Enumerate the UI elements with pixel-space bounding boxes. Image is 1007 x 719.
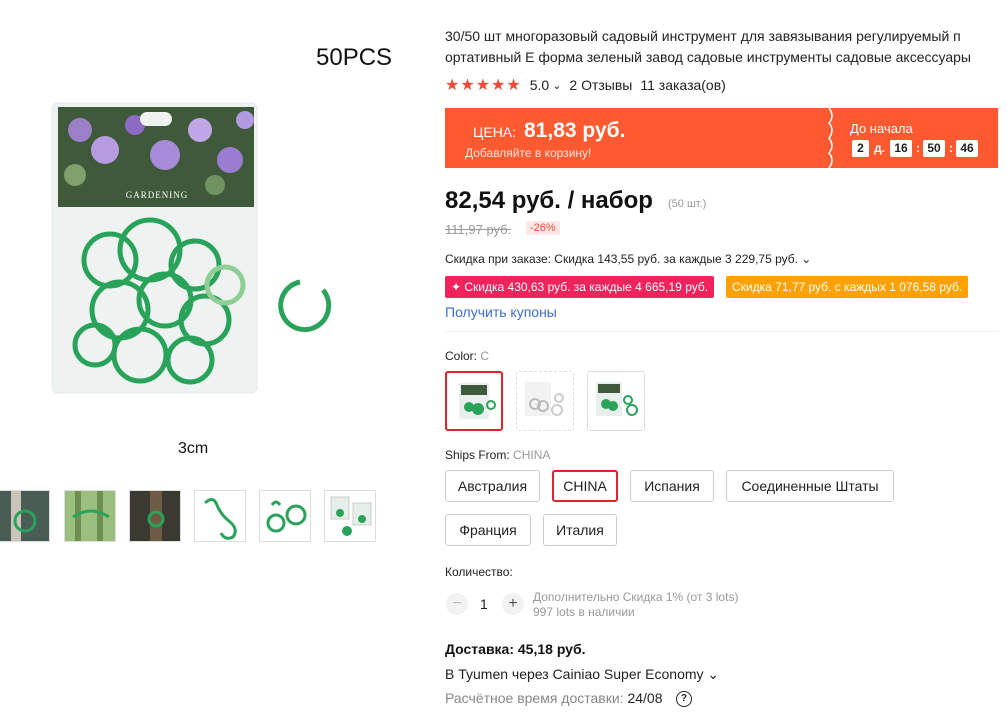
delivery-cost: Доставка: 45,18 руб. bbox=[445, 641, 586, 657]
thumbnail-4[interactable] bbox=[194, 490, 246, 542]
ships-from-option-spain[interactable]: Испания bbox=[630, 470, 714, 502]
ships-from-label: Ships From: CHINA bbox=[445, 448, 550, 462]
timer-colon: : bbox=[949, 141, 953, 155]
star-icon: ★ bbox=[506, 77, 521, 94]
color-swatch-a[interactable] bbox=[587, 371, 645, 431]
ships-from-option-australia[interactable]: Австралия bbox=[445, 470, 540, 502]
delivery-eta-value: 24/08 bbox=[627, 690, 663, 706]
ships-from-option-france[interactable]: Франция bbox=[445, 514, 531, 546]
ships-from-label-text: Ships From: bbox=[445, 448, 510, 462]
timer-seconds: 46 bbox=[956, 140, 978, 157]
thumbnail-5[interactable] bbox=[259, 490, 311, 542]
thumbnail-2[interactable] bbox=[64, 490, 116, 542]
quantity-increase-button[interactable]: + bbox=[502, 593, 524, 615]
product-title: 30/50 шт многоразовый садовый инструмент… bbox=[445, 28, 971, 65]
orders-count: 11 заказа(ов) bbox=[640, 77, 726, 93]
ships-from-selected-value: CHINA bbox=[513, 448, 551, 462]
current-price: 82,54 руб. / набор bbox=[445, 187, 653, 214]
rating-value[interactable]: 5.0 bbox=[530, 77, 549, 93]
discount-badge: -26% bbox=[526, 221, 560, 235]
promo-banner: ЦЕНА: 81,83 руб. Добавляйте в корзину! Д… bbox=[445, 108, 998, 168]
coupon-badge-store[interactable]: ✦ Скидка 430,63 руб. за каждые 4 665,19 … bbox=[445, 276, 715, 298]
star-icon: ★ bbox=[445, 77, 460, 94]
timer-days-unit: д. bbox=[874, 141, 885, 155]
thumbnail-1[interactable] bbox=[0, 490, 50, 542]
color-swatch-c[interactable] bbox=[445, 371, 503, 431]
rating-row: ★ ★ ★ ★ ★ 5.0 ⌄ 2 Отзывы 11 заказа(ов) bbox=[445, 76, 726, 94]
promo-price: 81,83 руб. bbox=[524, 119, 626, 142]
stock-count: 997 lots в наличии bbox=[533, 605, 635, 619]
ring-size-overlay: 3cm bbox=[178, 440, 209, 457]
reviews-link[interactable]: 2 Отзывы bbox=[569, 77, 632, 93]
ticket-notch-icon bbox=[828, 108, 833, 168]
ships-from-option-usa[interactable]: Соединенные Штаты bbox=[726, 470, 894, 502]
coupon-badge-select[interactable]: Скидка 71,77 руб. с каждых 1 076,58 руб. bbox=[726, 276, 969, 298]
timer-days: 2 bbox=[852, 140, 869, 157]
delivery-method-dropdown[interactable]: В Tyumen через Cainiao Super Economy ⌄ bbox=[445, 666, 719, 683]
thumbnail-6[interactable] bbox=[324, 490, 376, 542]
svg-text:GARDENING: GARDENING bbox=[126, 190, 189, 200]
star-icon: ★ bbox=[475, 77, 491, 94]
thumbnail-3[interactable] bbox=[129, 490, 181, 542]
star-icon: ★ bbox=[460, 77, 475, 94]
original-price: 111,97 руб. bbox=[445, 222, 512, 237]
color-label-text: Color: bbox=[445, 349, 478, 363]
help-icon[interactable]: ? bbox=[676, 691, 692, 707]
timer-title: До начала bbox=[850, 121, 913, 136]
timer-colon: : bbox=[916, 141, 920, 155]
divider bbox=[445, 331, 998, 332]
color-swatch-b[interactable] bbox=[516, 371, 574, 431]
ships-from-option-italy[interactable]: Италия bbox=[543, 514, 617, 546]
quantity-input[interactable]: 1 bbox=[480, 596, 488, 612]
star-icon: ★ bbox=[491, 77, 506, 94]
quantity-decrease-button[interactable]: − bbox=[446, 593, 468, 615]
order-discount-dropdown[interactable]: Скидка при заказе: Скидка 143,55 руб. за… bbox=[445, 252, 811, 266]
timer-hours: 16 bbox=[890, 140, 912, 157]
chevron-down-icon[interactable]: ⌄ bbox=[552, 79, 561, 92]
lot-size: (50 шт.) bbox=[668, 198, 707, 210]
promo-subtitle: Добавляйте в корзину! bbox=[465, 146, 592, 160]
promo-price-label: ЦЕНА: bbox=[473, 124, 517, 140]
quantity-label: Количество: bbox=[445, 565, 513, 579]
color-label: Color: C bbox=[445, 349, 489, 363]
color-selected-value: C bbox=[480, 349, 490, 363]
timer-minutes: 50 bbox=[923, 140, 945, 157]
get-coupons-link[interactable]: Получить купоны bbox=[445, 304, 557, 320]
ships-from-option-china[interactable]: CHINA bbox=[552, 470, 618, 502]
pack-count-overlay: 50PCS bbox=[316, 44, 393, 71]
delivery-eta-label: Расчётное время доставки: bbox=[445, 690, 624, 706]
delivery-eta: Расчётное время доставки: 24/08 bbox=[445, 690, 663, 706]
bulk-discount-note: Дополнительно Скидка 1% (от 3 lots) bbox=[533, 590, 739, 604]
